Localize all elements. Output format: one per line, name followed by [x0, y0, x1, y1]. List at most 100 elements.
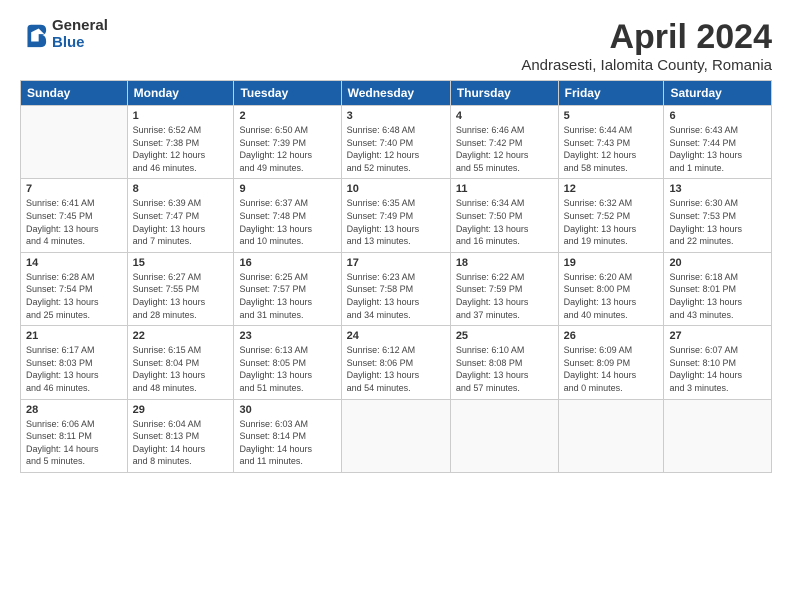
calendar: Sunday Monday Tuesday Wednesday Thursday…	[20, 80, 772, 473]
day-number: 17	[347, 257, 445, 269]
day-info: Sunrise: 6:37 AM Sunset: 7:48 PM Dayligh…	[239, 197, 335, 247]
month-title: April 2024	[521, 18, 772, 57]
calendar-cell	[341, 399, 450, 472]
day-number: 30	[239, 404, 335, 416]
day-info: Sunrise: 6:30 AM Sunset: 7:53 PM Dayligh…	[669, 197, 766, 247]
calendar-cell: 5Sunrise: 6:44 AM Sunset: 7:43 PM Daylig…	[558, 106, 664, 179]
day-info: Sunrise: 6:20 AM Sunset: 8:00 PM Dayligh…	[564, 271, 659, 321]
day-number: 20	[669, 257, 766, 269]
day-info: Sunrise: 6:23 AM Sunset: 7:58 PM Dayligh…	[347, 271, 445, 321]
calendar-cell: 7 Sunrise: 6:41 AM Sunset: 7:45 PM Daylig…	[21, 179, 128, 252]
calendar-cell: 27 Sunrise: 6:07 AM Sunset: 8:10 PM Dayli…	[664, 326, 772, 399]
calendar-week-row-4: 21 Sunrise: 6:17 AM Sunset: 8:03 PM Dayli…	[21, 326, 772, 399]
day-number: 22	[133, 330, 229, 342]
day-info: Sunrise: 6:46 AM Sunset: 7:42 PM Dayligh…	[456, 124, 553, 174]
day-number: 6	[669, 110, 766, 122]
calendar-cell: 9 Sunrise: 6:37 AM Sunset: 7:48 PM Daylig…	[234, 179, 341, 252]
day-number: 24	[347, 330, 445, 342]
day-number: 1	[133, 110, 229, 122]
calendar-cell: 10Sunrise: 6:35 AM Sunset: 7:49 PM Dayli…	[341, 179, 450, 252]
calendar-cell	[450, 399, 558, 472]
day-number: 7	[26, 183, 122, 195]
calendar-cell: 2Sunrise: 6:50 AM Sunset: 7:39 PM Daylig…	[234, 106, 341, 179]
logo-text: General Blue	[52, 18, 108, 51]
day-info: Sunrise: 6:41 AM Sunset: 7:45 PM Dayligh…	[26, 197, 122, 247]
calendar-cell: 24Sunrise: 6:12 AM Sunset: 8:06 PM Dayli…	[341, 326, 450, 399]
logo-icon	[20, 21, 48, 49]
day-info: Sunrise: 6:27 AM Sunset: 7:55 PM Dayligh…	[133, 271, 229, 321]
day-number: 21	[26, 330, 122, 342]
day-info: Sunrise: 6:39 AM Sunset: 7:47 PM Dayligh…	[133, 197, 229, 247]
calendar-cell: 1 Sunrise: 6:52 AM Sunset: 7:38 PM Daylig…	[127, 106, 234, 179]
day-info: Sunrise: 6:52 AM Sunset: 7:38 PM Dayligh…	[133, 124, 229, 174]
day-info: Sunrise: 6:15 AM Sunset: 8:04 PM Dayligh…	[133, 344, 229, 394]
calendar-cell: 3Sunrise: 6:48 AM Sunset: 7:40 PM Daylig…	[341, 106, 450, 179]
day-info: Sunrise: 6:32 AM Sunset: 7:52 PM Dayligh…	[564, 197, 659, 247]
calendar-cell: 22 Sunrise: 6:15 AM Sunset: 8:04 PM Dayli…	[127, 326, 234, 399]
calendar-cell: 14Sunrise: 6:28 AM Sunset: 7:54 PM Dayli…	[21, 252, 128, 325]
calendar-cell: 8 Sunrise: 6:39 AM Sunset: 7:47 PM Daylig…	[127, 179, 234, 252]
calendar-cell: 15 Sunrise: 6:27 AM Sunset: 7:55 PM Dayli…	[127, 252, 234, 325]
calendar-cell: 18 Sunrise: 6:22 AM Sunset: 7:59 PM Dayli…	[450, 252, 558, 325]
calendar-cell: 13 Sunrise: 6:30 AM Sunset: 7:53 PM Dayli…	[664, 179, 772, 252]
header-saturday: Saturday	[664, 81, 772, 106]
calendar-week-row-1: 1 Sunrise: 6:52 AM Sunset: 7:38 PM Daylig…	[21, 106, 772, 179]
day-number: 25	[456, 330, 553, 342]
day-number: 12	[564, 183, 659, 195]
logo-blue: Blue	[52, 35, 108, 52]
calendar-cell: 16 Sunrise: 6:25 AM Sunset: 7:57 PM Dayli…	[234, 252, 341, 325]
logo: General Blue	[20, 18, 108, 51]
day-info: Sunrise: 6:18 AM Sunset: 8:01 PM Dayligh…	[669, 271, 766, 321]
calendar-cell: 26Sunrise: 6:09 AM Sunset: 8:09 PM Dayli…	[558, 326, 664, 399]
calendar-cell: 17 Sunrise: 6:23 AM Sunset: 7:58 PM Dayli…	[341, 252, 450, 325]
header-tuesday: Tuesday	[234, 81, 341, 106]
calendar-header-row: Sunday Monday Tuesday Wednesday Thursday…	[21, 81, 772, 106]
day-number: 27	[669, 330, 766, 342]
day-info: Sunrise: 6:44 AM Sunset: 7:43 PM Dayligh…	[564, 124, 659, 174]
day-info: Sunrise: 6:17 AM Sunset: 8:03 PM Dayligh…	[26, 344, 122, 394]
calendar-cell: 12 Sunrise: 6:32 AM Sunset: 7:52 PM Dayli…	[558, 179, 664, 252]
calendar-cell: 6 Sunrise: 6:43 AM Sunset: 7:44 PM Daylig…	[664, 106, 772, 179]
location: Andrasesti, Ialomita County, Romania	[521, 57, 772, 74]
day-number: 18	[456, 257, 553, 269]
day-info: Sunrise: 6:22 AM Sunset: 7:59 PM Dayligh…	[456, 271, 553, 321]
header-sunday: Sunday	[21, 81, 128, 106]
page-header: General Blue April 2024 Andrasesti, Ialo…	[20, 18, 772, 74]
header-friday: Friday	[558, 81, 664, 106]
day-info: Sunrise: 6:10 AM Sunset: 8:08 PM Dayligh…	[456, 344, 553, 394]
calendar-cell: 20 Sunrise: 6:18 AM Sunset: 8:01 PM Dayli…	[664, 252, 772, 325]
day-number: 23	[239, 330, 335, 342]
calendar-week-row-3: 14Sunrise: 6:28 AM Sunset: 7:54 PM Dayli…	[21, 252, 772, 325]
calendar-cell	[664, 399, 772, 472]
day-number: 19	[564, 257, 659, 269]
day-info: Sunrise: 6:34 AM Sunset: 7:50 PM Dayligh…	[456, 197, 553, 247]
day-number: 4	[456, 110, 553, 122]
day-number: 9	[239, 183, 335, 195]
day-info: Sunrise: 6:04 AM Sunset: 8:13 PM Dayligh…	[133, 418, 229, 468]
day-number: 15	[133, 257, 229, 269]
day-info: Sunrise: 6:25 AM Sunset: 7:57 PM Dayligh…	[239, 271, 335, 321]
calendar-cell: 30Sunrise: 6:03 AM Sunset: 8:14 PM Dayli…	[234, 399, 341, 472]
day-number: 16	[239, 257, 335, 269]
day-number: 13	[669, 183, 766, 195]
day-info: Sunrise: 6:43 AM Sunset: 7:44 PM Dayligh…	[669, 124, 766, 174]
calendar-cell: 19 Sunrise: 6:20 AM Sunset: 8:00 PM Dayli…	[558, 252, 664, 325]
calendar-cell: 25 Sunrise: 6:10 AM Sunset: 8:08 PM Dayli…	[450, 326, 558, 399]
calendar-cell: 21 Sunrise: 6:17 AM Sunset: 8:03 PM Dayli…	[21, 326, 128, 399]
day-info: Sunrise: 6:07 AM Sunset: 8:10 PM Dayligh…	[669, 344, 766, 394]
day-info: Sunrise: 6:06 AM Sunset: 8:11 PM Dayligh…	[26, 418, 122, 468]
calendar-week-row-2: 7 Sunrise: 6:41 AM Sunset: 7:45 PM Daylig…	[21, 179, 772, 252]
calendar-cell: 23Sunrise: 6:13 AM Sunset: 8:05 PM Dayli…	[234, 326, 341, 399]
calendar-cell	[558, 399, 664, 472]
day-number: 3	[347, 110, 445, 122]
calendar-week-row-5: 28 Sunrise: 6:06 AM Sunset: 8:11 PM Dayli…	[21, 399, 772, 472]
calendar-cell: 28 Sunrise: 6:06 AM Sunset: 8:11 PM Dayli…	[21, 399, 128, 472]
day-number: 26	[564, 330, 659, 342]
calendar-cell	[21, 106, 128, 179]
day-number: 10	[347, 183, 445, 195]
calendar-cell: 11Sunrise: 6:34 AM Sunset: 7:50 PM Dayli…	[450, 179, 558, 252]
day-number: 28	[26, 404, 122, 416]
calendar-cell: 4 Sunrise: 6:46 AM Sunset: 7:42 PM Daylig…	[450, 106, 558, 179]
header-wednesday: Wednesday	[341, 81, 450, 106]
day-number: 8	[133, 183, 229, 195]
